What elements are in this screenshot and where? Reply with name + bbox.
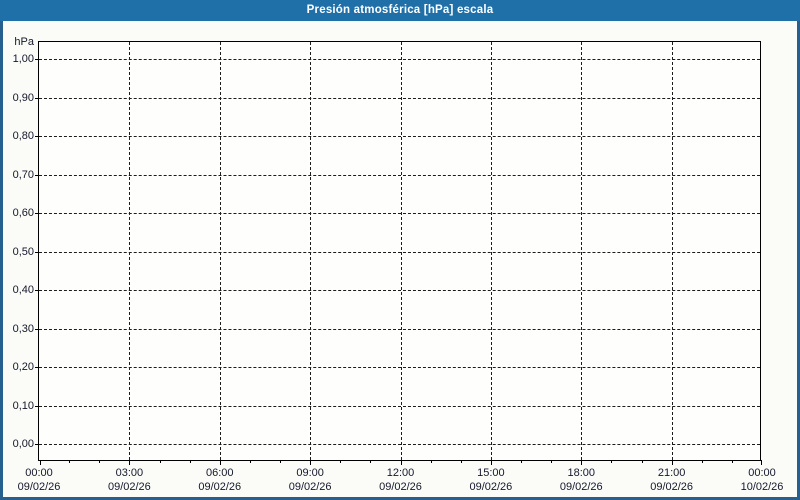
x-tick-date: 09/02/26 (446, 480, 536, 494)
x-tick-date: 10/02/26 (717, 480, 800, 494)
gridline-horizontal (39, 136, 760, 137)
x-axis-tick-minor (551, 460, 552, 463)
y-tick-label: 0,70 (13, 168, 34, 182)
x-axis-tick-minor (370, 460, 371, 463)
x-tick-time: 18:00 (567, 467, 595, 479)
y-tick-label: 0,00 (13, 437, 34, 451)
y-tick-label: 0,90 (13, 91, 34, 105)
y-tick-label: 0,40 (13, 283, 34, 297)
y-tick-label: 0,50 (13, 245, 34, 259)
x-tick-time: 09:00 (296, 467, 324, 479)
gridline-horizontal (39, 59, 760, 60)
gridline-vertical (129, 42, 130, 460)
x-axis-tick-minor (280, 460, 281, 463)
x-axis-tick-minor (642, 460, 643, 463)
y-axis-tick (35, 444, 39, 445)
x-axis-tick-major (581, 460, 582, 465)
chart-window: Presión atmosférica [hPa] escala hPa 1,0… (0, 0, 800, 500)
x-tick-time: 03:00 (116, 467, 144, 479)
y-axis-tick (35, 175, 39, 176)
y-axis-tick (35, 329, 39, 330)
x-tick-date: 09/02/26 (536, 480, 626, 494)
x-axis-tick-minor (340, 460, 341, 463)
x-axis-tick-major (761, 460, 762, 465)
x-tick-time: 12:00 (387, 467, 415, 479)
x-tick-label: 18:0009/02/26 (536, 466, 626, 494)
y-axis-tick (35, 136, 39, 137)
x-axis-tick-major (40, 460, 41, 465)
y-tick-label: 0,20 (13, 360, 34, 374)
x-tick-time: 00:00 (25, 467, 53, 479)
x-axis-tick-minor (250, 460, 251, 463)
gridline-vertical (491, 42, 492, 460)
x-tick-label: 21:0009/02/26 (627, 466, 717, 494)
gridline-horizontal (39, 98, 760, 99)
x-axis-tick-minor (160, 460, 161, 463)
gridline-horizontal (39, 444, 760, 445)
x-tick-label: 15:0009/02/26 (446, 466, 536, 494)
x-axis-tick-minor (190, 460, 191, 463)
x-axis-tick-major (401, 460, 402, 465)
y-tick-label: 0,10 (13, 399, 34, 413)
x-axis-tick-minor (702, 460, 703, 463)
gridline-vertical (401, 42, 402, 460)
gridline-horizontal (39, 175, 760, 176)
x-tick-time: 06:00 (206, 467, 234, 479)
x-axis-tick-major (310, 460, 311, 465)
y-axis-tick (35, 59, 39, 60)
y-axis-tick (35, 213, 39, 214)
x-axis-tick-major (491, 460, 492, 465)
y-axis-tick (35, 406, 39, 407)
x-axis-tick-major (220, 460, 221, 465)
y-axis-tick (35, 98, 39, 99)
x-axis-tick-minor (99, 460, 100, 463)
gridline-vertical (581, 42, 582, 460)
x-tick-date: 09/02/26 (265, 480, 355, 494)
gridline-vertical (672, 42, 673, 460)
x-tick-label: 00:0010/02/26 (717, 466, 800, 494)
gridline-horizontal (39, 406, 760, 407)
x-tick-date: 09/02/26 (84, 480, 174, 494)
y-tick-label: 0,30 (13, 322, 34, 336)
y-tick-label: 0,60 (13, 206, 34, 220)
y-axis-tick (35, 367, 39, 368)
gridline-horizontal (39, 290, 760, 291)
x-tick-date: 09/02/26 (175, 480, 265, 494)
y-axis-tick (35, 290, 39, 291)
window-title-bar: Presión atmosférica [hPa] escala (0, 0, 800, 21)
x-axis-tick-major (129, 460, 130, 465)
window-frame-left (0, 21, 3, 500)
x-tick-date: 09/02/26 (356, 480, 446, 494)
x-axis-tick-minor (611, 460, 612, 463)
y-tick-label: 1,00 (13, 52, 34, 66)
gridline-vertical (220, 42, 221, 460)
x-tick-date: 09/02/26 (0, 480, 84, 494)
gridline-horizontal (39, 329, 760, 330)
x-tick-label: 03:0009/02/26 (84, 466, 174, 494)
x-axis-tick-minor (431, 460, 432, 463)
x-tick-label: 00:0009/02/26 (0, 466, 84, 494)
gridline-horizontal (39, 252, 760, 253)
x-tick-time: 21:00 (658, 467, 686, 479)
gridline-horizontal (39, 213, 760, 214)
chart-title: Presión atmosférica [hPa] escala (307, 4, 494, 16)
x-axis-tick-minor (461, 460, 462, 463)
gridline-vertical (310, 42, 311, 460)
x-tick-time: 00:00 (748, 467, 776, 479)
x-tick-date: 09/02/26 (627, 480, 717, 494)
gridline-horizontal (39, 367, 760, 368)
y-tick-label: 0,80 (13, 129, 34, 143)
x-axis-tick-minor (732, 460, 733, 463)
y-axis-tick (35, 252, 39, 253)
x-tick-label: 06:0009/02/26 (175, 466, 265, 494)
x-axis-tick-major (672, 460, 673, 465)
x-axis-tick-minor (69, 460, 70, 463)
x-axis-tick-minor (521, 460, 522, 463)
x-tick-label: 09:0009/02/26 (265, 466, 355, 494)
x-tick-time: 15:00 (477, 467, 505, 479)
plot-area: hPa 1,000,900,800,700,600,500,400,300,20… (38, 41, 761, 461)
y-axis-unit-label: hPa (14, 35, 34, 49)
x-tick-label: 12:0009/02/26 (356, 466, 446, 494)
